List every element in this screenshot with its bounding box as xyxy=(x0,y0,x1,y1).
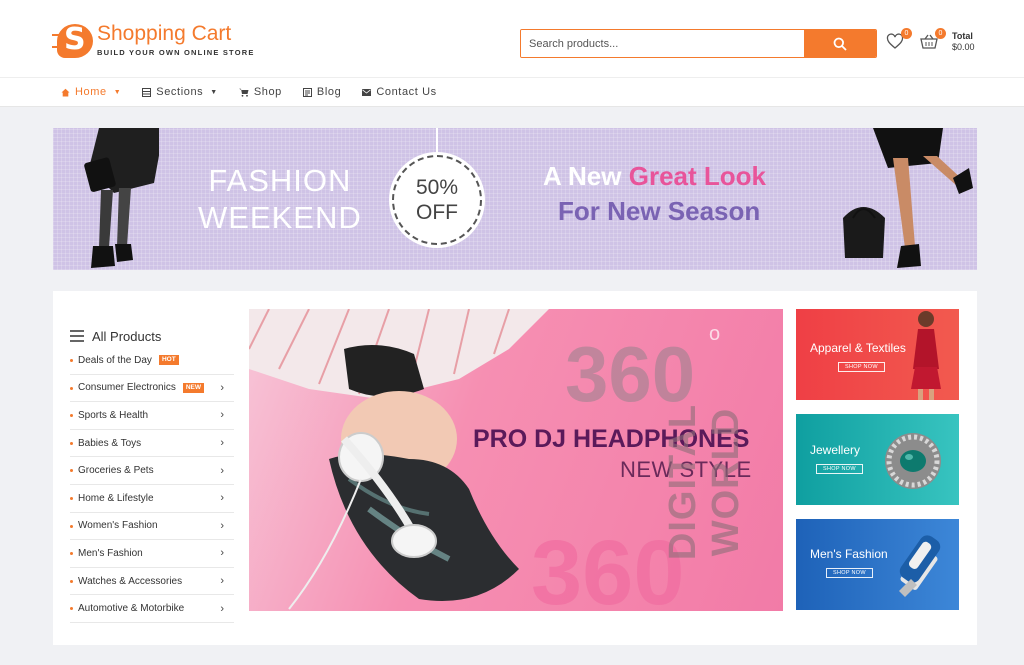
category-item-deals-of-the-day[interactable]: Deals of the Day HOT xyxy=(70,347,234,375)
wishlist-button[interactable]: 0 xyxy=(886,28,912,53)
promo-headline: A New Great Look xyxy=(543,161,766,192)
shop-now-button[interactable]: SHOP NOW xyxy=(838,362,885,372)
woman-red-dress-image xyxy=(911,311,941,400)
chevron-right-icon: › xyxy=(220,575,224,588)
home-icon xyxy=(61,88,70,96)
category-label: Babies & Toys xyxy=(78,437,142,449)
category-menu: All Products Deals of the Day HOT Consum… xyxy=(70,325,234,623)
nav-item-home[interactable]: Home ▼ xyxy=(61,86,121,98)
category-label: Home & Lifestyle xyxy=(78,492,154,504)
category-item-automotive-motorbike[interactable]: Automotive & Motorbike › xyxy=(70,595,234,623)
cart-icon xyxy=(238,88,249,97)
logo-subtitle: BUILD YOUR OWN ONLINE STORE xyxy=(97,48,255,57)
hero-vertical-text: DIGITAL WORLD xyxy=(662,403,747,561)
all-products-title: All Products xyxy=(92,328,162,344)
category-label: Sports & Health xyxy=(78,409,149,421)
jewel-ring-image xyxy=(885,433,941,489)
wishlist-count-badge: 0 xyxy=(901,28,912,39)
main-panel: All Products Deals of the Day HOT Consum… xyxy=(53,291,977,645)
model-legs-image xyxy=(84,128,159,268)
category-item-babies-toys[interactable]: Babies & Toys › xyxy=(70,430,234,458)
category-item-consumer-electronics[interactable]: Consumer Electronics NEW › xyxy=(70,375,234,403)
search-bar xyxy=(520,29,877,58)
discount-percent: 50% xyxy=(415,176,459,199)
nav-item-label: Sections xyxy=(156,86,204,98)
hamburger-menu-icon xyxy=(70,327,84,345)
chevron-right-icon: › xyxy=(220,437,224,450)
chevron-right-icon: › xyxy=(220,519,224,532)
discount-off: OFF xyxy=(416,201,458,224)
chevron-right-icon: › xyxy=(220,381,224,394)
promo-headline-white: A New xyxy=(543,161,622,191)
category-item-sports-health[interactable]: Sports & Health › xyxy=(70,402,234,430)
cart-total-label: Total xyxy=(952,31,973,41)
category-label: Men's Fashion xyxy=(78,547,143,559)
cart-total[interactable]: Total $0.00 xyxy=(952,31,975,53)
nav-item-blog[interactable]: Blog xyxy=(302,86,342,98)
site-header: S Shopping Cart BUILD YOUR OWN ONLINE ST… xyxy=(0,0,1024,77)
hair-clipper-image xyxy=(899,535,941,597)
promo-fashion-text: FASHION xyxy=(208,163,352,198)
shop-now-button[interactable]: SHOP NOW xyxy=(826,568,873,578)
tag-string xyxy=(436,128,438,156)
cart-total-value: $0.00 xyxy=(952,42,975,52)
shopping-bag-logo-icon: S xyxy=(52,20,94,60)
mail-icon xyxy=(362,88,372,96)
woman-with-headphones-image xyxy=(249,309,549,610)
category-label: Groceries & Pets xyxy=(78,465,154,477)
category-label: Watches & Accessories xyxy=(78,575,183,587)
site-logo[interactable]: S Shopping Cart BUILD YOUR OWN ONLINE ST… xyxy=(52,20,255,60)
search-input[interactable] xyxy=(521,30,804,57)
chevron-right-icon: › xyxy=(220,492,224,505)
blog-icon xyxy=(302,87,312,97)
category-label: Deals of the Day xyxy=(78,354,152,366)
category-item-groceries-pets[interactable]: Groceries & Pets › xyxy=(70,457,234,485)
category-label: Consumer Electronics xyxy=(78,382,176,394)
model-legs-handbag-image xyxy=(843,128,973,268)
category-label: Automotive & Motorbike xyxy=(78,603,185,615)
cart-count-badge: 0 xyxy=(935,28,946,39)
banner-label: Men's Fashion xyxy=(810,547,888,561)
chevron-right-icon: › xyxy=(220,409,224,422)
banner-label: Apparel & Textiles xyxy=(810,341,906,355)
chevron-down-icon: ▼ xyxy=(113,88,122,96)
banner-label: Jewellery xyxy=(810,443,861,457)
logo-title: Shopping Cart xyxy=(97,22,232,45)
category-item-watches-accessories[interactable]: Watches & Accessories › xyxy=(70,568,234,596)
banner-mens-fashion[interactable]: Men's Fashion SHOP NOW xyxy=(796,519,959,610)
grid-icon xyxy=(142,87,152,97)
promo-banner[interactable]: FASHION WEEKEND 50% OFF A New Great Look… xyxy=(53,128,977,270)
hero-slider[interactable]: 360 o 360 PRO DJ HEADPHONES NEW STYLE DI… xyxy=(249,309,783,611)
shop-now-button[interactable]: SHOP NOW xyxy=(816,464,863,474)
hot-badge: HOT xyxy=(158,355,179,366)
nav-item-label: Shop xyxy=(253,86,282,98)
nav-item-label: Home xyxy=(75,86,107,98)
category-item-home-lifestyle[interactable]: Home & Lifestyle › xyxy=(70,485,234,513)
chevron-right-icon: › xyxy=(220,547,224,560)
nav-item-label: Blog xyxy=(316,86,342,98)
banner-jewellery[interactable]: Jewellery SHOP NOW xyxy=(796,414,959,505)
chevron-right-icon: › xyxy=(220,602,224,615)
category-item-womens-fashion[interactable]: Women's Fashion › xyxy=(70,513,234,541)
banner-apparel-textiles[interactable]: Apparel & Textiles SHOP NOW xyxy=(796,309,959,400)
search-icon xyxy=(833,37,847,51)
new-badge: NEW xyxy=(182,382,204,393)
category-label: Women's Fashion xyxy=(78,520,158,532)
promo-weekend-text: WEEKEND xyxy=(198,200,362,235)
nav-item-contact[interactable]: Contact Us xyxy=(362,86,436,98)
nav-item-shop[interactable]: Shop xyxy=(238,86,282,98)
cart-button[interactable]: 0 xyxy=(920,28,946,53)
nav-item-sections[interactable]: Sections ▼ xyxy=(142,86,218,98)
chevron-down-icon: ▼ xyxy=(210,88,218,96)
main-nav: Home ▼ Sections ▼ Shop Blog Contact Us xyxy=(0,77,1024,107)
promo-headline-pink: Great Look xyxy=(628,161,766,191)
category-item-mens-fashion[interactable]: Men's Fashion › xyxy=(70,540,234,568)
all-products-header[interactable]: All Products xyxy=(70,325,234,347)
nav-item-label: Contact Us xyxy=(376,86,437,98)
discount-tag: 50% OFF xyxy=(392,155,482,245)
chevron-right-icon: › xyxy=(220,464,224,477)
search-button[interactable] xyxy=(804,30,876,57)
promo-subline: For New Season xyxy=(558,196,761,226)
